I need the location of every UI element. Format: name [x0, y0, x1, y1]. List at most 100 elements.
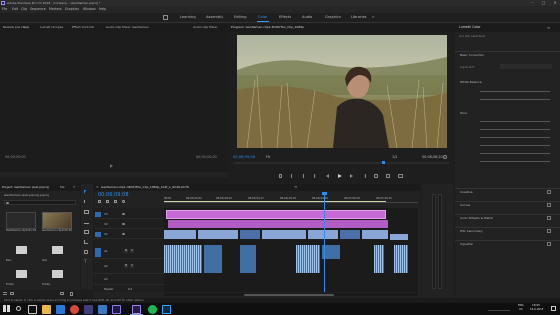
type-tool-icon[interactable]: T: [84, 259, 86, 264]
track-header-v3[interactable]: V3: [94, 210, 164, 219]
media-encoder-icon[interactable]: [112, 304, 121, 314]
audio-clip[interactable]: [240, 245, 256, 273]
program-video-frame[interactable]: [237, 35, 447, 148]
language-indicator[interactable]: ENG: [518, 304, 524, 308]
clock-time[interactable]: 18:05: [532, 304, 540, 308]
list-item[interactable]: Gentlemen-clip1... 6:01:19: [6, 212, 36, 232]
tab-audio-clip-mixer[interactable]: Audio Clip Mixer: [193, 25, 227, 30]
video-clip[interactable]: [262, 230, 306, 239]
tint-slider[interactable]: [480, 99, 550, 100]
store-icon[interactable]: [84, 304, 93, 314]
go-to-out-icon[interactable]: [362, 174, 366, 178]
mark-in-icon[interactable]: [291, 174, 294, 178]
adjustment-layer-clip[interactable]: [166, 210, 386, 219]
play-icon[interactable]: [338, 173, 342, 178]
program-scrub-bar[interactable]: [233, 162, 449, 164]
menu-window[interactable]: Window: [83, 7, 96, 12]
lumetri-section-creative[interactable]: Creative: [455, 188, 560, 195]
list-item[interactable]: Gentlemen-clip1... 8:06:20: [42, 212, 72, 232]
video-clip[interactable]: [308, 230, 338, 239]
workspace-audio[interactable]: Audio: [302, 15, 312, 20]
photoshop-icon[interactable]: [162, 304, 171, 314]
workspace-overflow-icon[interactable]: »: [372, 14, 374, 19]
tab-effect-controls[interactable]: Effect Controls: [72, 25, 100, 30]
tracks-area[interactable]: [164, 192, 418, 292]
section-toggle-checkbox[interactable]: [547, 203, 551, 207]
export-frame-icon[interactable]: [398, 174, 403, 178]
add-marker-icon[interactable]: [279, 174, 282, 178]
track-header-a3[interactable]: A3: [94, 275, 164, 285]
tab-lumetri-color[interactable]: Lumetri Color: [459, 25, 481, 30]
program-playhead-marker[interactable]: [382, 161, 385, 164]
video-clip[interactable]: [340, 230, 360, 239]
track-header-a2[interactable]: A2 M S: [94, 260, 164, 274]
tab-project[interactable]: Project: Gentlemen (sub.prproj): [2, 185, 56, 190]
lumetri-section-input-lut[interactable]: Input LUT: [455, 64, 560, 70]
tab-audio-clip-mixer-gentlemen[interactable]: Audio Clip Mixer: Gentlemen: [106, 25, 190, 30]
tab-source[interactable]: Source: (no clips): [3, 25, 35, 30]
mute-button[interactable]: M: [124, 264, 128, 268]
lumetri-section-hsl[interactable]: HSL Secondary: [455, 227, 560, 234]
menu-clip[interactable]: Clip: [21, 7, 27, 12]
workspace-assembly[interactable]: Assembly: [206, 15, 223, 20]
timeline-menu-icon[interactable]: ≡: [294, 184, 297, 189]
shadows-slider[interactable]: [480, 145, 550, 146]
notification-icon[interactable]: [551, 306, 556, 311]
contrast-slider[interactable]: [480, 129, 550, 130]
section-toggle-checkbox[interactable]: [547, 242, 551, 246]
snap-icon[interactable]: [98, 200, 101, 203]
add-marker-icon[interactable]: [114, 200, 117, 203]
whites-slider[interactable]: [480, 153, 550, 154]
video-clip[interactable]: [390, 234, 408, 240]
edge-icon[interactable]: [56, 304, 65, 314]
source-patch-a1[interactable]: [95, 248, 101, 257]
search-icon[interactable]: [16, 306, 21, 311]
solo-button[interactable]: S: [130, 264, 134, 268]
playhead-handle[interactable]: [322, 192, 327, 195]
list-item[interactable]: Folder: [6, 266, 36, 286]
linked-selection-icon[interactable]: [106, 200, 109, 203]
lumetri-section-basic[interactable]: Basic Correction: [455, 51, 560, 57]
hand-tool-icon[interactable]: [84, 250, 88, 254]
menu-sequence[interactable]: Sequence: [30, 7, 46, 12]
section-toggle-checkbox[interactable]: [547, 229, 551, 233]
lumetri-section-curves[interactable]: Curves: [455, 201, 560, 208]
timeline-settings-icon[interactable]: [122, 200, 125, 203]
menu-file[interactable]: File: [2, 7, 7, 12]
highlights-slider[interactable]: [480, 137, 550, 138]
close-tab-icon[interactable]: ✕: [96, 185, 99, 189]
blacks-slider[interactable]: [480, 161, 550, 162]
workspace-graphics[interactable]: Graphics: [325, 15, 341, 20]
timeline-ruler[interactable]: 00;00 00;05;04;22 00;05;29;24 00;05;54;1…: [164, 193, 418, 203]
pen-tool-icon[interactable]: [84, 240, 88, 244]
chrome-icon[interactable]: [70, 304, 79, 314]
extract-icon[interactable]: [386, 174, 390, 178]
tab-timeline-sequence[interactable]: Gentlemen-clip1-3DOUTbx_Clip_1080p_CLIP_…: [101, 185, 291, 190]
clock-date[interactable]: 16-6-2018: [530, 308, 543, 312]
spotify-icon[interactable]: [148, 304, 157, 314]
list-view-icon[interactable]: [3, 292, 7, 295]
track-select-tool-icon[interactable]: [84, 200, 89, 203]
video-clip[interactable]: [240, 230, 260, 239]
home-icon[interactable]: [163, 15, 168, 20]
section-toggle-checkbox[interactable]: [547, 216, 551, 220]
lumetri-section-white-balance[interactable]: White Balance: [455, 79, 560, 85]
go-to-in-icon[interactable]: [314, 174, 318, 178]
section-toggle-checkbox[interactable]: [547, 190, 551, 194]
track-header-a1[interactable]: A1 M S: [94, 245, 164, 259]
icon-view-icon[interactable]: [10, 292, 14, 295]
menu-edit[interactable]: Edit: [12, 7, 18, 12]
file-explorer-icon[interactable]: [42, 304, 51, 314]
program-fit-select[interactable]: Fit: [266, 155, 270, 160]
audio-clip[interactable]: [164, 245, 202, 273]
eye-icon[interactable]: [122, 213, 125, 215]
audio-clip[interactable]: [374, 245, 384, 273]
premiere-pro-icon[interactable]: [132, 304, 141, 314]
new-bin-icon[interactable]: [60, 292, 64, 295]
step-back-icon[interactable]: [326, 174, 329, 178]
workspace-libraries[interactable]: Libraries: [351, 15, 367, 20]
eye-icon[interactable]: [122, 233, 125, 235]
list-item[interactable]: Folder: [42, 266, 72, 286]
work-area-bar[interactable]: [164, 201, 386, 203]
eye-icon[interactable]: [122, 223, 125, 225]
